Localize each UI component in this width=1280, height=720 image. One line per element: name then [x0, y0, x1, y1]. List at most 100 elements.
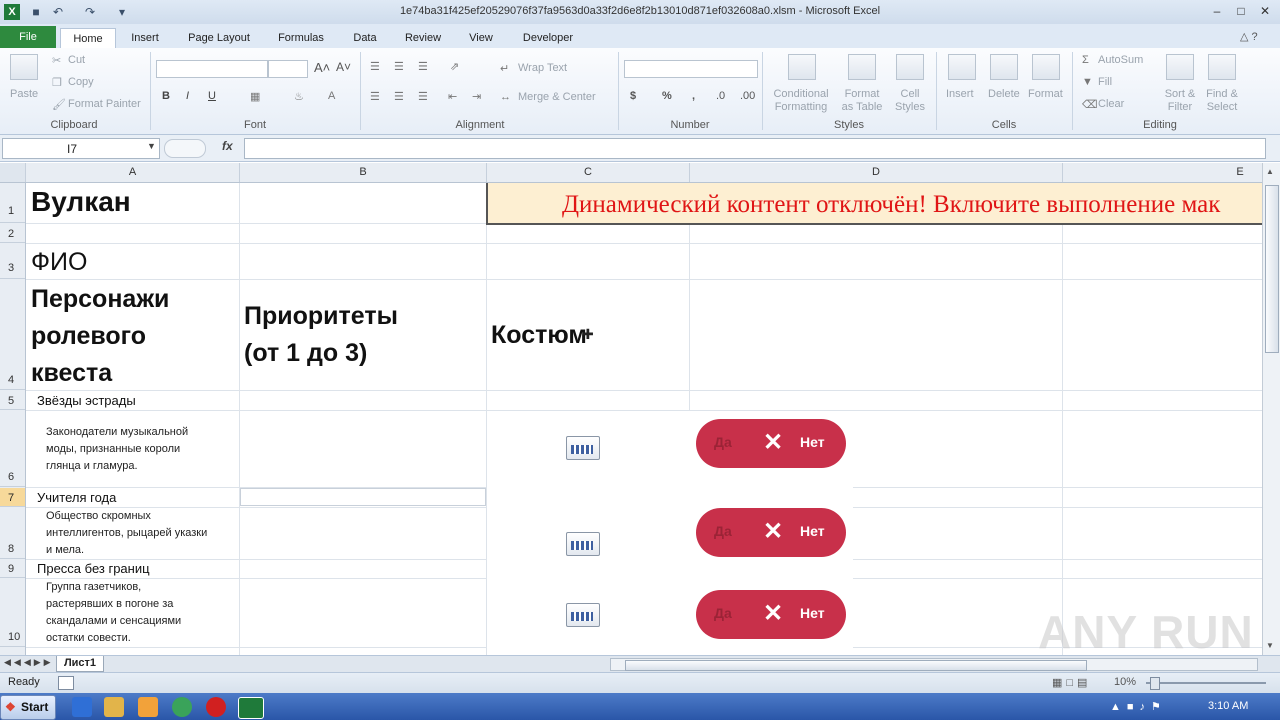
chrome-icon[interactable] [172, 697, 192, 717]
increase-decimal-icon[interactable]: .0 [716, 90, 725, 102]
formula-expand-handle[interactable] [164, 139, 206, 158]
align-top-icon[interactable]: ☰ [370, 60, 380, 73]
zoom-slider-thumb[interactable] [1150, 677, 1160, 690]
cell-styles-button[interactable]: Cell Styles [890, 88, 930, 114]
horizontal-scroll-thumb[interactable] [625, 660, 1087, 671]
italic-button[interactable]: I [186, 90, 189, 102]
insert-function-button[interactable]: fx [222, 139, 233, 153]
font-color-icon[interactable]: A [328, 90, 335, 102]
calendar-control-icon[interactable] [566, 603, 600, 627]
row-header-6[interactable]: 6 [0, 411, 25, 487]
clear-button[interactable]: Clear [1098, 98, 1124, 110]
paste-icon[interactable] [10, 54, 38, 80]
delete-cells-icon[interactable] [990, 54, 1018, 80]
merge-center-button[interactable]: Merge & Center [518, 91, 596, 103]
yes-no-toggle[interactable]: Да ✕ Нет [696, 590, 846, 639]
vertical-scrollbar[interactable]: ▲ ▼ [1262, 163, 1280, 655]
align-right-icon[interactable]: ☰ [418, 90, 428, 103]
number-format-dropdown[interactable] [624, 60, 758, 78]
row-header-4[interactable]: 4 [0, 280, 25, 390]
cell-b7[interactable] [240, 488, 486, 506]
horizontal-scrollbar[interactable] [610, 658, 1258, 671]
view-buttons-icon[interactable]: ▦□▤ [1052, 676, 1091, 689]
sort-filter-icon[interactable] [1166, 54, 1194, 80]
column-header-c[interactable]: C [487, 163, 690, 182]
select-all-corner[interactable] [0, 163, 26, 182]
format-as-table-button[interactable]: Format as Table [838, 88, 886, 114]
macro-record-icon[interactable] [58, 676, 74, 690]
row-header-8[interactable]: 8 [0, 508, 25, 559]
grow-font-button[interactable]: A˄ [314, 60, 330, 75]
currency-button[interactable]: $ [630, 90, 636, 102]
orientation-icon[interactable]: ⇗ [450, 60, 459, 73]
tab-file[interactable]: File [0, 26, 56, 48]
row-header-3[interactable]: 3 [0, 244, 25, 279]
fill-color-icon[interactable]: ♨ [294, 90, 304, 103]
calendar-control-icon[interactable] [566, 436, 600, 460]
format-cells-button[interactable]: Format [1028, 88, 1063, 100]
name-box-dropdown-icon[interactable]: ▼ [147, 141, 156, 151]
copy-button[interactable]: Copy [68, 76, 94, 88]
yes-no-toggle[interactable]: Да ✕ Нет [696, 508, 846, 557]
borders-icon[interactable]: ▦ [250, 90, 260, 103]
delete-cells-button[interactable]: Delete [988, 88, 1020, 100]
increase-indent-icon[interactable]: ⇥ [472, 90, 481, 103]
yes-no-toggle[interactable]: Да ✕ Нет [696, 419, 846, 468]
paste-button[interactable]: Paste [10, 88, 38, 100]
vertical-scroll-thumb[interactable] [1265, 185, 1279, 353]
minimize-button[interactable]: – [1206, 2, 1228, 20]
align-middle-icon[interactable]: ☰ [394, 60, 404, 73]
percent-button[interactable]: % [662, 90, 672, 102]
tab-view[interactable]: View [460, 28, 502, 48]
row-header-7[interactable]: 7 [0, 488, 25, 507]
column-header-d[interactable]: D [690, 163, 1063, 182]
align-bottom-icon[interactable]: ☰ [418, 60, 428, 73]
insert-cells-icon[interactable] [948, 54, 976, 80]
help-icon[interactable]: △ ? [1240, 30, 1258, 43]
sheet-tab[interactable]: Лист1 [56, 656, 104, 672]
align-left-icon[interactable]: ☰ [370, 90, 380, 103]
column-header-e[interactable]: E [1063, 163, 1280, 182]
tab-page-layout[interactable]: Page Layout [180, 28, 258, 48]
format-cells-icon[interactable] [1032, 54, 1060, 80]
scroll-up-icon[interactable]: ▲ [1266, 167, 1274, 176]
format-painter-button[interactable]: Format Painter [68, 98, 141, 110]
shrink-font-button[interactable]: A˅ [336, 60, 351, 74]
autosum-button[interactable]: AutoSum [1098, 54, 1143, 66]
decrease-decimal-icon[interactable]: .00 [740, 90, 755, 102]
sheet-nav-icons[interactable]: ◀◀◀▶▶ [4, 657, 54, 668]
tab-home[interactable]: Home [60, 28, 116, 49]
tab-review[interactable]: Review [396, 28, 450, 48]
bold-button[interactable]: B [162, 90, 170, 102]
explorer-icon[interactable] [104, 697, 124, 717]
tab-developer[interactable]: Developer [512, 28, 584, 48]
tab-formulas[interactable]: Formulas [270, 28, 332, 48]
tray-icons[interactable]: ▲■♪⚑ [1110, 700, 1167, 713]
calendar-control-icon[interactable] [566, 532, 600, 556]
row-header-10[interactable]: 10 [0, 579, 25, 647]
fill-button[interactable]: Fill [1098, 76, 1112, 88]
insert-cells-button[interactable]: Insert [946, 88, 974, 100]
tab-insert[interactable]: Insert [122, 28, 168, 48]
decrease-indent-icon[interactable]: ⇤ [448, 90, 457, 103]
font-name-dropdown[interactable] [156, 60, 268, 78]
sort-filter-button[interactable]: Sort & Filter [1160, 88, 1200, 114]
row-header-5[interactable]: 5 [0, 391, 25, 410]
conditional-formatting-button[interactable]: Conditional Formatting [768, 88, 834, 114]
underline-button[interactable]: U [208, 90, 216, 102]
column-header-a[interactable]: A [26, 163, 240, 182]
find-select-button[interactable]: Find & Select [1202, 88, 1242, 114]
format-as-table-icon[interactable] [848, 54, 876, 80]
excel-taskbar-icon[interactable] [238, 697, 264, 719]
comma-button[interactable]: , [692, 90, 695, 102]
tab-data[interactable]: Data [344, 28, 386, 48]
media-player-icon[interactable] [138, 697, 158, 717]
wrap-text-button[interactable]: Wrap Text [518, 62, 567, 74]
find-select-icon[interactable] [1208, 54, 1236, 80]
cell-styles-icon[interactable] [896, 54, 924, 80]
close-button[interactable]: ✕ [1254, 2, 1276, 20]
row-header-9[interactable]: 9 [0, 560, 25, 578]
zoom-slider[interactable] [1146, 682, 1266, 684]
scroll-down-icon[interactable]: ▼ [1266, 641, 1274, 650]
name-box[interactable]: I7 ▼ [2, 138, 160, 159]
